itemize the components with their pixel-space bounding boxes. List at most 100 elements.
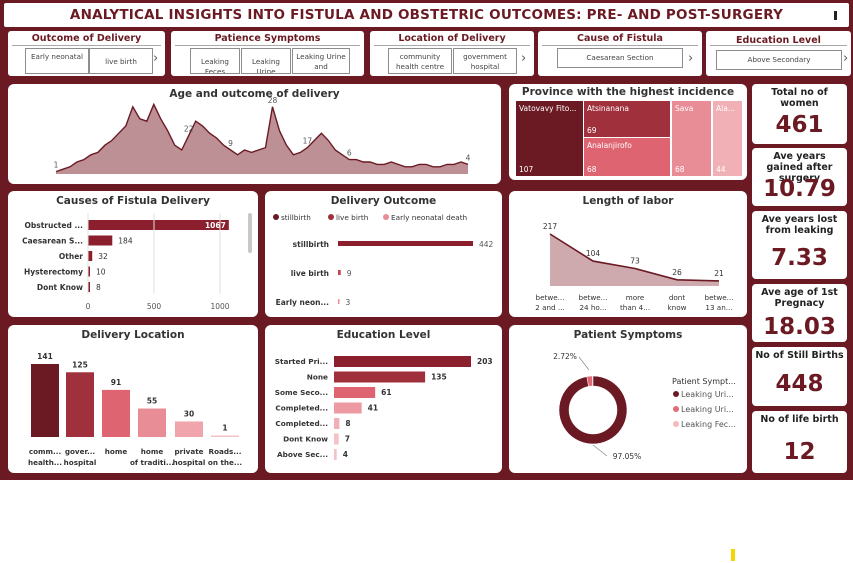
legend-entry: Early neonatal death (391, 213, 467, 222)
kpi-total-women: Total no of women 461 (752, 84, 847, 144)
slicer-outcome-of-delivery[interactable]: Outcome of Delivery Early neonatal live … (8, 31, 165, 76)
slicer-cause-of-fistula[interactable]: Cause of Fistula Caesarean Section › (538, 31, 702, 76)
slicer-option[interactable]: Caesarean Section (557, 48, 683, 68)
scrollbar[interactable] (248, 213, 252, 253)
tick-label: health... (28, 458, 62, 467)
data-label: 3 (346, 298, 351, 307)
bar (334, 433, 339, 445)
slicer-header: Outcome of Delivery (31, 33, 142, 44)
card-province: Province with the highest incidence Vato… (509, 84, 747, 180)
treemap-label: Analanjirofo (587, 141, 632, 150)
category-label: Above Sec... (277, 450, 328, 459)
treemap-cell[interactable]: Vatovavy Fito... 107 (516, 101, 583, 176)
treemap-label: Ala... (716, 104, 735, 113)
labor-area-chart: 2171047326 21betwe...2 and ...betwe...24 … (535, 222, 734, 312)
slicer-header: Cause of Fistula (577, 33, 663, 44)
tick-label: on the... (208, 458, 242, 467)
treemap-value: 68 (587, 165, 597, 174)
data-label: 141 (37, 352, 53, 361)
slicer-option[interactable]: Leaking Urine (241, 48, 291, 74)
outcome-bar-chart: stillbirth live birth Early neonatal death… (273, 213, 494, 307)
slicer-patient-symptoms[interactable]: Patience Symptoms Leaking Feces Leaking … (171, 31, 364, 76)
legend-marker (673, 391, 679, 397)
card-patient-symptoms: Patient Symptoms 97.05% 2.72% 0.23% Patient… (509, 325, 747, 473)
bar (334, 402, 362, 414)
chevron-right-icon[interactable]: › (843, 51, 848, 66)
tick-label: betwe... (579, 293, 608, 302)
slicer-option[interactable]: Leaking Feces (190, 48, 240, 74)
bar (31, 364, 59, 437)
bar (334, 449, 337, 460)
card-length-of-labor: Length of labor 217 104 73 26 21 betwe... 2 an… (509, 191, 747, 317)
tick-label: 24 ho... (579, 303, 606, 312)
slicer-option[interactable]: Early neonatal (25, 48, 89, 74)
legend-marker (273, 214, 279, 220)
tick-label: comm... (29, 447, 61, 456)
data-label: 125 (72, 360, 88, 369)
kpi-value: 18.03 (763, 314, 836, 340)
data-label: 135 (431, 373, 447, 382)
tick-label: private (175, 447, 204, 456)
slicer-option[interactable]: live birth (89, 48, 153, 74)
category-label: Obstructed ... (25, 221, 84, 230)
treemap-cell[interactable]: Ala... 44 (713, 101, 742, 176)
data-label: 1 (222, 424, 227, 433)
data-label: 97.05% (613, 452, 642, 461)
tick-label: betwe... (536, 293, 565, 302)
location-bar-chart: 141 125 91 55 30 1 comm... health...gover... hos… (28, 352, 242, 467)
bar (334, 356, 471, 367)
chevron-right-icon[interactable]: › (153, 51, 158, 66)
kpi-still-births: No of Still Births 448 (752, 347, 847, 406)
slicer-divider (374, 45, 530, 46)
tick-label: 13 an... (705, 303, 732, 312)
bar (334, 418, 340, 429)
data-label: 1 (54, 161, 59, 170)
minimize-icon[interactable] (834, 11, 837, 20)
tick-label: 500 (147, 302, 162, 311)
legend-entry: Leaking Fec... (681, 420, 736, 429)
chevron-right-icon[interactable]: › (688, 51, 693, 66)
slicer-option[interactable]: Above Secondary (716, 50, 842, 70)
category-label: stillbirth (293, 240, 329, 249)
card-education-level: Education Level Started Pri... 203 None 135… (265, 325, 502, 473)
treemap-cell[interactable]: Atsinanana 69 (584, 101, 670, 137)
card-delivery-location: Delivery Location 141 125 91 55 30 1 comm... he… (8, 325, 258, 473)
data-label: 442 (479, 240, 494, 249)
kpi-label: Ave years lost from leaking (761, 214, 838, 236)
data-label: 4 (466, 153, 471, 162)
province-treemap: Vatovavy Fito... 107 Atsinanana 69 Analanjir… (516, 101, 743, 177)
data-label: 22 (184, 125, 194, 134)
tick-label: know (668, 303, 687, 312)
data-label: 73 (630, 257, 640, 266)
data-label: 8 (345, 419, 350, 428)
treemap-cell[interactable]: Analanjirofo 68 (584, 138, 670, 176)
causes-bar-chart: Obstructed ... 1067 Caesarean S... 184 Other… (22, 213, 230, 311)
treemap-value: 107 (519, 165, 534, 174)
chevron-right-icon[interactable]: › (521, 51, 526, 66)
donut-slice (558, 375, 628, 445)
legend-title: Patient Sympt... (672, 377, 736, 386)
data-label: 30 (184, 409, 194, 418)
legend-entry: live birth (336, 213, 368, 222)
card-delivery-outcome: Delivery Outcome stillbirth live birth Ear… (265, 191, 502, 317)
category-label: Started Pri... (275, 357, 328, 366)
slicer-location-of-delivery[interactable]: Location of Delivery community health ce… (370, 31, 534, 76)
data-label: 32 (98, 252, 108, 261)
slicer-option[interactable]: government hospital (453, 48, 517, 74)
kpi-age-first-pregnancy: Ave age of 1st Pregnacy 18.03 (752, 284, 847, 342)
treemap-value: 68 (675, 165, 685, 174)
slicer-option[interactable]: Leaking Urine and (292, 48, 350, 74)
dashboard-title: ANALYTICAL INSIGHTS INTO FISTULA AND OBS… (69, 7, 784, 23)
kpi-years-gained: Ave years gained after surgery 10.79 (752, 148, 847, 206)
card-causes: Causes of Fistula Delivery Obstructed ..… (8, 191, 258, 317)
tick-label: betwe... (705, 293, 734, 302)
tick-label: gover... (65, 447, 95, 456)
kpi-years-lost: Ave years lost from leaking 7.33 (752, 211, 847, 279)
slicer-education-level[interactable]: Education Level Above Secondary › (706, 31, 851, 76)
slicer-option[interactable]: community health centre (388, 48, 452, 74)
treemap-cell[interactable]: Sava 68 (672, 101, 711, 176)
tick-label: Roads... (209, 447, 242, 456)
bar (338, 299, 340, 304)
data-label: 10 (96, 268, 106, 277)
category-label: Dont Know (283, 435, 328, 444)
